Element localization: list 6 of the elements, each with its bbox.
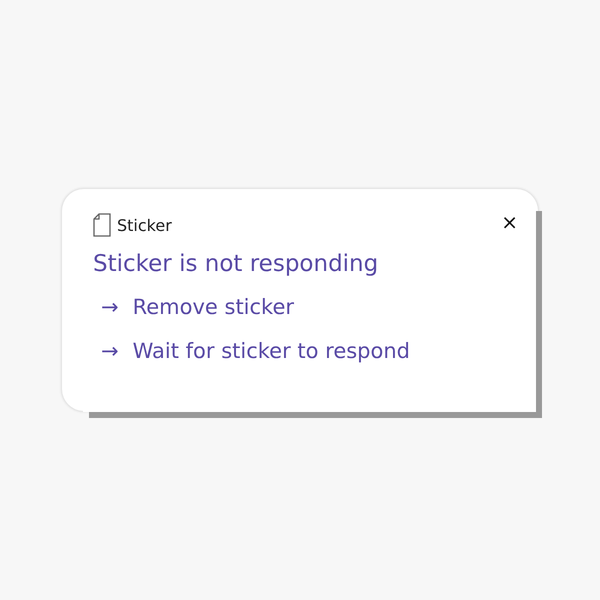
dialog-heading: Sticker is not responding — [93, 251, 380, 277]
document-icon — [93, 213, 111, 237]
close-button[interactable]: × — [495, 212, 524, 232]
option-link[interactable]: → Remove sticker — [101, 295, 294, 319]
option-link[interactable]: → Wait for sticker to respond — [101, 339, 410, 363]
window-title: Sticker — [117, 216, 172, 234]
